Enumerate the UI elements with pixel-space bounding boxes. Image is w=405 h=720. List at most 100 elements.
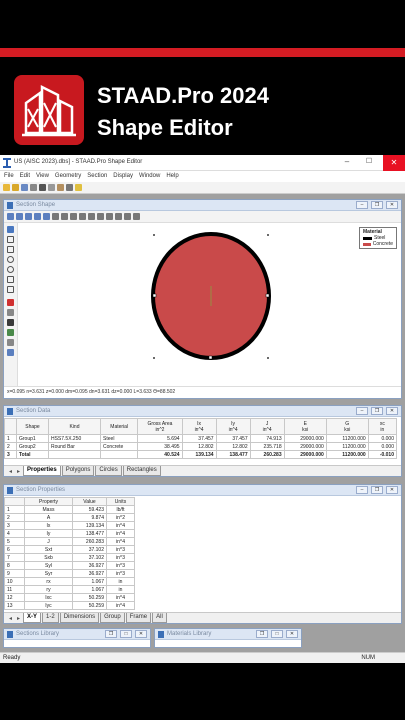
cell-j[interactable]: 235.718: [249, 442, 285, 451]
polygon-tool-icon[interactable]: [7, 246, 14, 253]
panel-restore-button[interactable]: ❐: [371, 201, 383, 209]
label-icon[interactable]: [88, 213, 95, 220]
panel-maximize-button[interactable]: □: [271, 630, 283, 638]
table-row[interactable]: 1 Mass 59.423 lb/ft: [4, 505, 135, 514]
cell-g[interactable]: 11200.000: [325, 450, 369, 459]
measure-icon[interactable]: [106, 213, 113, 220]
pan-icon[interactable]: [43, 213, 50, 220]
cell-ix[interactable]: 37.457: [181, 434, 217, 443]
open-icon[interactable]: [3, 184, 10, 191]
grid-icon[interactable]: [61, 213, 68, 220]
cell-kind[interactable]: HSS7.5X.250: [47, 434, 102, 443]
cell-ix[interactable]: 12.802: [181, 442, 217, 451]
cell-e[interactable]: 29000.000: [283, 450, 327, 459]
cell-shape[interactable]: Total: [16, 450, 49, 459]
cell-j[interactable]: 74.913: [249, 434, 285, 443]
table-row[interactable]: 6 Sxt 37.102 in^3: [4, 545, 135, 554]
table-row[interactable]: 4 Iy 138.477 in^4: [4, 529, 135, 538]
tab-group[interactable]: Group: [100, 613, 125, 623]
print-preview-icon[interactable]: [66, 184, 73, 191]
table-row[interactable]: 7 Sxb 37.102 in^3: [4, 553, 135, 562]
table-row[interactable]: 2 Group2 Round Bar Concrete 38.495 12.80…: [4, 442, 398, 451]
centroid-icon[interactable]: [124, 213, 131, 220]
tab-all[interactable]: All: [152, 613, 167, 623]
rotate-icon[interactable]: [7, 319, 14, 326]
cell-g[interactable]: 11200.000: [325, 442, 369, 451]
panel-minimize-button[interactable]: –: [356, 407, 368, 415]
cut-icon[interactable]: [39, 184, 46, 191]
drawing-canvas[interactable]: Material Steel Concrete: [18, 223, 401, 386]
panel-close-button[interactable]: ✕: [286, 630, 298, 638]
arc-tool-icon[interactable]: [7, 286, 14, 293]
panel-close-button[interactable]: ✕: [386, 486, 398, 494]
table-row[interactable]: 12 Ixc 50.259 in^4: [4, 593, 135, 602]
panel-close-button[interactable]: ✕: [135, 630, 147, 638]
cell-iy[interactable]: 12.802: [215, 442, 251, 451]
cell-material[interactable]: Concrete: [100, 442, 139, 451]
panel-restore-button[interactable]: ❐: [105, 630, 117, 638]
menu-display[interactable]: Display: [113, 171, 133, 182]
menu-section[interactable]: Section: [87, 171, 107, 182]
dimension-icon[interactable]: [97, 213, 104, 220]
cell-e[interactable]: 29000.000: [283, 434, 327, 443]
zoom-all-icon[interactable]: [34, 213, 41, 220]
minimize-button[interactable]: –: [340, 157, 354, 169]
panel-minimize-button[interactable]: –: [356, 201, 368, 209]
axis-icon[interactable]: [79, 213, 86, 220]
tab-polygons[interactable]: Polygons: [61, 466, 95, 476]
tab-x-y[interactable]: X-Y: [23, 613, 42, 623]
panel-restore-button[interactable]: ❐: [371, 407, 383, 415]
node-icon[interactable]: [115, 213, 122, 220]
circle-tool-icon[interactable]: [7, 256, 14, 263]
properties-icon[interactable]: [7, 349, 14, 356]
tab-1-2[interactable]: 1-2: [42, 613, 59, 623]
snap-icon[interactable]: [70, 213, 77, 220]
refresh-icon[interactable]: [133, 213, 140, 220]
cell-xc[interactable]: 0.000: [367, 434, 398, 443]
cell-ix[interactable]: 139.134: [181, 450, 217, 459]
cell-area[interactable]: 40.524: [137, 450, 183, 459]
tab-scroll-right-icon[interactable]: ▸: [15, 468, 22, 475]
panel-restore-button[interactable]: ❐: [371, 486, 383, 494]
cell-area[interactable]: 38.495: [137, 442, 183, 451]
folder-icon[interactable]: [12, 184, 19, 191]
cell-g[interactable]: 11200.000: [325, 434, 369, 443]
tab-dimensions[interactable]: Dimensions: [59, 613, 100, 623]
move-icon[interactable]: [7, 329, 14, 336]
cell-area[interactable]: 5.694: [137, 434, 183, 443]
cell-j[interactable]: 260.283: [249, 450, 285, 459]
cell-kind[interactable]: Round Bar: [47, 442, 102, 451]
paste-icon[interactable]: [57, 184, 64, 191]
line-tool-icon[interactable]: [7, 276, 14, 283]
save-icon[interactable]: [21, 184, 28, 191]
cell-shape[interactable]: Group1: [16, 434, 49, 443]
cell-iy[interactable]: 37.457: [215, 434, 251, 443]
select-pointer-icon[interactable]: [7, 226, 14, 233]
cell-e[interactable]: 29000.000: [283, 442, 327, 451]
table-row[interactable]: 1 Group1 HSS7.5X.250 Steel 5.694 37.457 …: [4, 434, 398, 443]
table-row[interactable]: 11 ry 1.067 in: [4, 585, 135, 594]
grip-handle[interactable]: [208, 355, 213, 360]
tab-frame[interactable]: Frame: [125, 613, 152, 623]
table-row[interactable]: 2 A 9.874 in^2: [4, 513, 135, 522]
print-icon[interactable]: [30, 184, 37, 191]
tab-properties[interactable]: Properties: [23, 466, 61, 476]
cell-shape[interactable]: Group2: [16, 442, 49, 451]
table-row[interactable]: 10 rx 1.067 in: [4, 577, 135, 586]
tab-circles[interactable]: Circles: [95, 466, 122, 476]
table-row[interactable]: 3 Total 40.524 139.134 138.477 260.283 2…: [4, 450, 398, 459]
copy-icon[interactable]: [48, 184, 55, 191]
panel-minimize-button[interactable]: –: [356, 486, 368, 494]
table-row[interactable]: 5 J 260.283 in^4: [4, 537, 135, 546]
zoom-window-icon[interactable]: [25, 213, 32, 220]
maximize-button[interactable]: ☐: [362, 157, 376, 169]
table-row[interactable]: 3 Ix 139.134 in^4: [4, 521, 135, 530]
tab-scroll-left-icon[interactable]: ◂: [7, 615, 14, 622]
menu-help[interactable]: Help: [166, 171, 178, 182]
cell-material[interactable]: [100, 450, 139, 459]
panel-maximize-button[interactable]: □: [120, 630, 132, 638]
menu-edit[interactable]: Edit: [20, 171, 30, 182]
cell-material[interactable]: Steel: [100, 434, 139, 443]
grip-handle[interactable]: [152, 293, 157, 298]
table-row[interactable]: 9 Syr 36.927 in^3: [4, 569, 135, 578]
